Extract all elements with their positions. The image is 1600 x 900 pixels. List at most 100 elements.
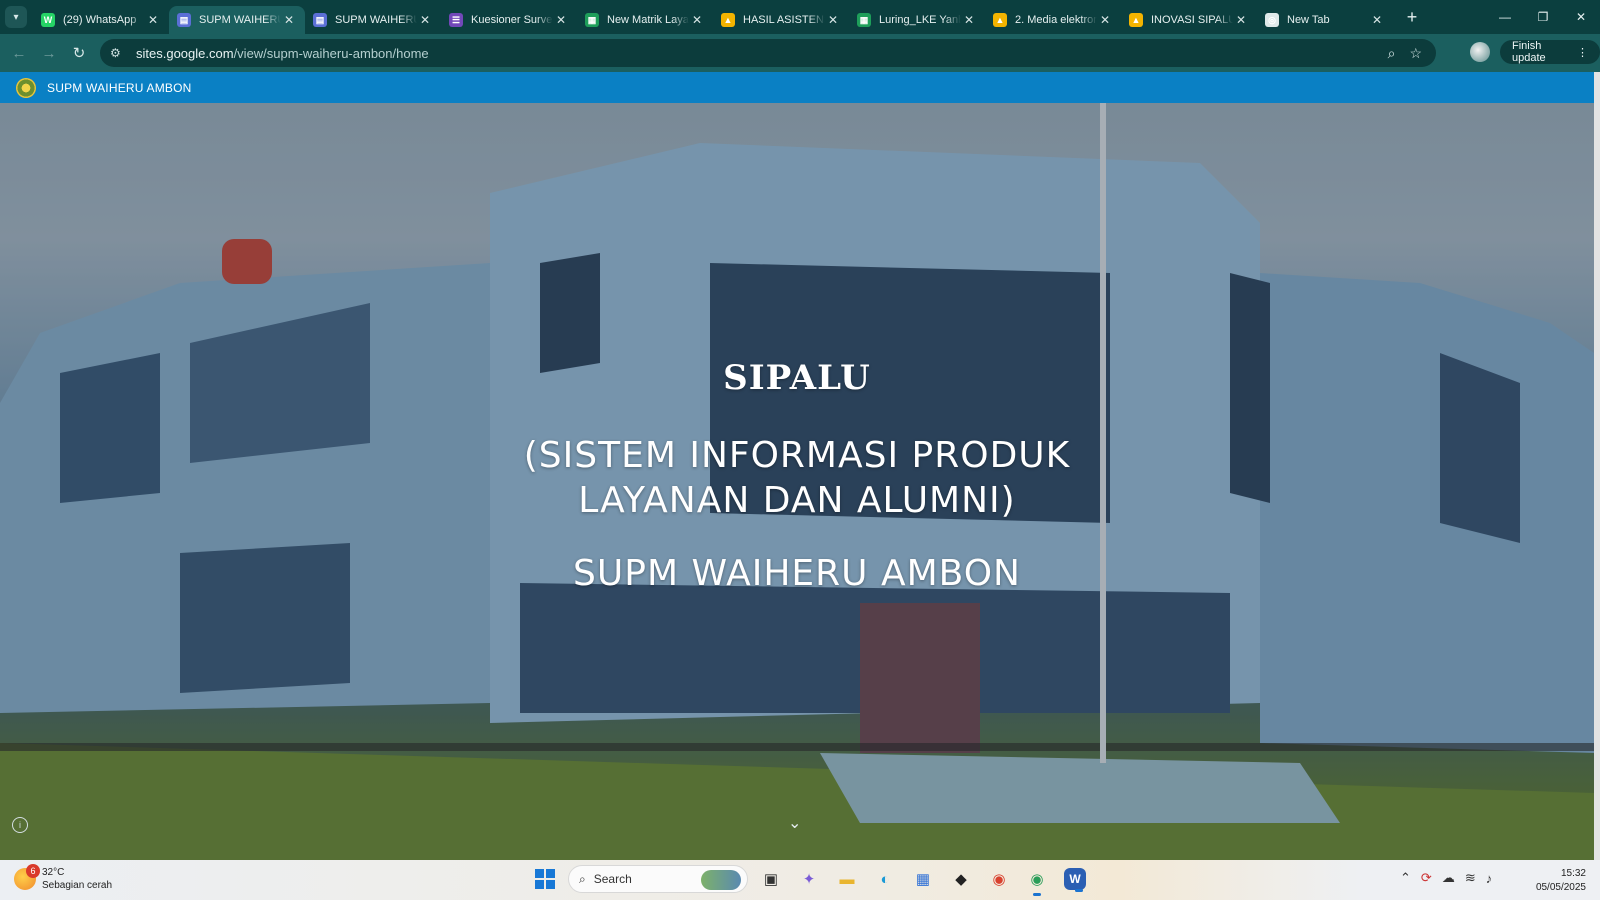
tab-title: New Matrik Layanan: [607, 14, 689, 26]
tab-close-icon[interactable]: ✕: [145, 13, 161, 27]
start-button[interactable]: [530, 864, 560, 894]
clock-date: 05/05/2025: [1535, 882, 1586, 893]
sync-icon[interactable]: ⟳: [1421, 870, 1432, 886]
tab-title: (29) WhatsApp: [63, 14, 137, 26]
taskbar-apps: ⌕ Search ▣ ✦ ▬ ◐ ▦ ◆ ◉ ◉ W: [530, 864, 1086, 896]
profile-avatar[interactable]: [1470, 42, 1490, 62]
google-forms-icon: ☰: [449, 13, 463, 27]
wifi-icon[interactable]: ≋: [1465, 870, 1476, 886]
edge-icon[interactable]: ◐: [870, 864, 900, 894]
taskbar-clock[interactable]: 15:32 05/05/2025: [1530, 867, 1586, 895]
browser-tab[interactable]: ▦ New Matrik Layanan✕: [577, 6, 713, 34]
chrome-taskbar-icon[interactable]: ◉: [984, 864, 1014, 894]
tab-close-icon[interactable]: ✕: [1097, 13, 1113, 27]
browser-tab[interactable]: W (29) WhatsApp ✕: [33, 6, 169, 34]
microsoft-store-icon[interactable]: ▦: [908, 864, 938, 894]
forward-button[interactable]: →: [34, 38, 64, 68]
new-tab-button[interactable]: +: [1399, 4, 1425, 30]
google-drive-icon: ▲: [1129, 13, 1143, 27]
tray-overflow-chevron-icon[interactable]: ⌃: [1400, 870, 1411, 886]
back-arrow-icon: ←: [11, 44, 27, 62]
more-menu-icon: ⋮: [1577, 46, 1588, 59]
tab-list: W(29) WhatsApp✕▤SUPM WAIHERU AMBON✕▤SUPM…: [33, 0, 1393, 34]
hero-subtitle: (SISTEM INFORMASI PRODUK LAYANAN DAN ALU…: [0, 433, 1594, 523]
task-view-icon[interactable]: ▣: [756, 864, 786, 894]
site-info-icon[interactable]: ⚙: [110, 46, 128, 60]
finish-update-label: Finish update: [1512, 40, 1546, 64]
tab-title: 2. Media elektronik: [1015, 14, 1097, 26]
system-tray: ⌃ ⟳ ☁ ≋ ♪: [1400, 870, 1492, 886]
weather-text: 32°C Sebagian cerah: [42, 866, 112, 892]
windows-logo-icon: [535, 869, 555, 889]
windows-taskbar: 6 32°C Sebagian cerah ⌕ Search ▣ ✦ ▬ ◐ ▦…: [0, 860, 1600, 900]
taskbar-search-box[interactable]: ⌕ Search: [568, 865, 748, 893]
site-logo[interactable]: [16, 77, 36, 98]
notification-badge: 6: [26, 864, 40, 878]
close-window-button[interactable]: ✕: [1562, 0, 1600, 34]
google-sites-icon: ▤: [177, 13, 191, 27]
tab-close-icon[interactable]: ✕: [961, 13, 977, 27]
tab-title: Luring_LKE Yanblik: [879, 14, 961, 26]
tab-close-icon[interactable]: ✕: [825, 13, 841, 27]
tab-close-icon[interactable]: ✕: [689, 13, 705, 27]
taskbar-search-placeholder: Search: [593, 872, 632, 886]
address-bar[interactable]: ⚙ sites.google.com/view/supm-waiheru-amb…: [100, 39, 1436, 67]
tab-close-icon[interactable]: ✕: [281, 13, 297, 27]
browser-tab[interactable]: ◎ New Tab ✕: [1257, 6, 1393, 34]
word-icon[interactable]: W: [1064, 868, 1086, 892]
tab-close-icon[interactable]: ✕: [417, 13, 433, 27]
url-path: /view/supm-waiheru-ambon/home: [233, 45, 429, 61]
hero-banner: SIPALU (SISTEM INFORMASI PRODUK LAYANAN …: [0, 103, 1594, 860]
tab-search-menu-button[interactable]: ▾: [5, 6, 27, 28]
zoom-icon[interactable]: ⌕: [1388, 45, 1396, 62]
reload-button[interactable]: ↻: [64, 38, 94, 68]
address-url[interactable]: sites.google.com/view/supm-waiheru-ambon…: [136, 46, 429, 61]
tab-title: New Tab: [1287, 14, 1330, 26]
clock-time: 15:32: [1560, 868, 1586, 879]
restore-button[interactable]: ❐: [1524, 0, 1562, 34]
tab-close-icon[interactable]: ✕: [553, 13, 569, 27]
tab-title: SUPM WAIHERU AMBON: [199, 14, 281, 26]
back-button[interactable]: ←: [4, 38, 34, 68]
tab-title: SUPM WAIHERU AMBON: [335, 14, 417, 26]
browser-tab[interactable]: ▲ HASIL ASISTENSI✕: [713, 6, 849, 34]
tab-title: HASIL ASISTENSI: [743, 14, 825, 26]
hero-subtitle-line-1: (SISTEM INFORMASI PRODUK: [523, 435, 1071, 476]
volume-icon[interactable]: ♪: [1486, 871, 1493, 886]
page-scrollbar[interactable]: [1594, 72, 1600, 860]
onedrive-cloud-icon[interactable]: ☁: [1442, 870, 1455, 886]
dropbox-icon[interactable]: ◆: [946, 864, 976, 894]
weather-widget[interactable]: 6 32°C Sebagian cerah: [14, 864, 112, 892]
site-info-icon-bottom[interactable]: i: [12, 817, 28, 833]
chrome-profile-taskbar-icon[interactable]: ◉: [1022, 864, 1052, 896]
tab-close-icon[interactable]: ✕: [1233, 13, 1249, 27]
file-explorer-icon[interactable]: ▬: [832, 864, 862, 894]
url-host: sites.google.com: [136, 45, 234, 61]
browser-tab[interactable]: ▤ SUPM WAIHERU AMBON✕: [305, 6, 441, 34]
google-drive-icon: ▲: [721, 13, 735, 27]
scroll-down-chevron-icon[interactable]: ⌄: [788, 813, 801, 833]
finish-update-button[interactable]: Finish update ⋮: [1500, 40, 1600, 64]
tab-close-icon[interactable]: ✕: [1369, 13, 1385, 27]
browser-toolbar: ← → ↻ ⚙ sites.google.com/view/supm-waihe…: [0, 34, 1600, 72]
google-drive-icon: ▲: [993, 13, 1007, 27]
minimize-button[interactable]: —: [1486, 0, 1524, 34]
tab-title: INOVASI SIPALU SUPM: [1151, 14, 1233, 26]
hero-subtitle-line-2: LAYANAN DAN ALUMNI): [578, 480, 1016, 521]
address-bar-actions: ⌕ ☆: [1388, 39, 1422, 67]
copilot-icon[interactable]: ✦: [794, 864, 824, 894]
hero-organization: SUPM WAIHERU AMBON: [573, 553, 1021, 594]
browser-tab-strip: ▾ W(29) WhatsApp✕▤SUPM WAIHERU AMBON✕▤SU…: [0, 0, 1600, 34]
chrome-icon: ◎: [1265, 13, 1279, 27]
browser-tab[interactable]: ▲ 2. Media elektronik✕: [985, 6, 1121, 34]
browser-tab[interactable]: ▤ SUPM WAIHERU AMBON✕: [169, 6, 305, 34]
google-sheets-icon: ▦: [585, 13, 599, 27]
browser-tab[interactable]: ▦ Luring_LKE Yanblik✕: [849, 6, 985, 34]
bookmark-star-icon[interactable]: ☆: [1409, 45, 1422, 62]
site-header-bar: SUPM WAIHERU AMBON: [0, 72, 1594, 103]
browser-tab[interactable]: ▲ INOVASI SIPALU SUPM✕: [1121, 6, 1257, 34]
site-name-link[interactable]: SUPM WAIHERU AMBON: [47, 81, 192, 95]
weather-sun-icon: 6: [14, 864, 40, 890]
weather-desc: Sebagian cerah: [42, 880, 113, 891]
browser-tab[interactable]: ☰ Kuesioner Survei Kepuasan✕: [441, 6, 577, 34]
